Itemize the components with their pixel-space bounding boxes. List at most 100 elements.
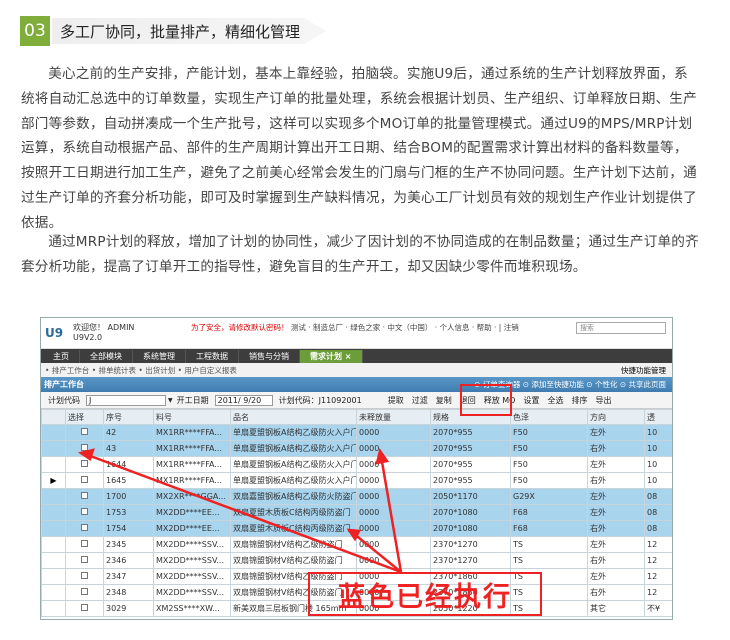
select-checkbox[interactable] (65, 456, 104, 473)
cell-direction: 左外 (587, 456, 645, 473)
top-links[interactable]: 为了安全，请修改默认密码！ 测试 · 制造总厂 · 绿色之家 · 中文（中国） … (191, 322, 519, 333)
column-header[interactable]: 色泽 (510, 409, 588, 425)
table-row[interactable]: 1644 MX1RR****FFA... 单扇夏盟钢板A结构乙级防火入户门 0000 2… (41, 456, 672, 473)
export-button[interactable]: 导出 (591, 395, 615, 406)
checkbox[interactable] (81, 556, 88, 563)
checkbox[interactable] (81, 572, 88, 579)
cell-direction: 左外 (587, 424, 645, 441)
tab-engineering-data[interactable]: 工程数据 (186, 350, 239, 363)
table-row[interactable]: ▶ 1645 MX1RR****FFA... 单扇夏盟钢板A结构乙级防火入户门 0000… (41, 472, 672, 489)
tab-sales[interactable]: 销售与分销 (239, 350, 300, 363)
search-input[interactable]: 搜索 (576, 322, 666, 334)
select-all-button[interactable]: 全选 (543, 395, 567, 406)
cell-part-number: MX1RR****FFA... (153, 440, 231, 457)
plan-code-display: 计划代码：J11092001 (278, 395, 362, 405)
table-row[interactable]: 1754 MX2DD****EE... 双扇夏盟木质板C结构丙级防盗门 0000 207… (41, 520, 672, 537)
cell-unreleased-qty: 0000 (356, 456, 431, 473)
column-header[interactable]: 未释放量 (356, 409, 431, 425)
select-checkbox[interactable] (65, 536, 104, 553)
column-header[interactable]: 方向 (587, 409, 645, 425)
cell-seq: 1644 (103, 456, 154, 473)
shortcut-manage-link[interactable]: 快捷功能管理 (621, 365, 666, 376)
select-checkbox[interactable] (65, 488, 104, 505)
cell-product-name: 双扇锦盟钢材V结构乙级防盗门 (230, 552, 357, 569)
column-header[interactable]: 透 (644, 409, 672, 425)
cell-direction: 右外 (587, 440, 645, 457)
start-date-label: 开工日期 (176, 395, 209, 405)
checkbox[interactable] (81, 476, 88, 483)
tab-all-modules[interactable]: 全部模块 (80, 350, 133, 363)
welcome-block: 欢迎您！ ADMIN U9V2.0 (73, 323, 134, 343)
table-row[interactable]: 1753 MX2DD****EE... 双扇夏盟木质板C结构丙级防盗门 0000 207… (41, 504, 672, 521)
cell-seq: 2345 (103, 536, 154, 553)
cell-product-name: 单扇夏盟钢板A结构乙级防火入户门 (230, 440, 357, 457)
cell-extra: 08 (644, 504, 672, 521)
cell-seq: 2347 (103, 568, 154, 585)
table-row[interactable]: 2346 MX2DD****SSV... 双扇锦盟钢材V结构乙级防盗门 0000 237… (41, 552, 672, 569)
section-header: 03 多工厂协同，批量排产，精细化管理 (20, 14, 327, 48)
tab-demand-planning[interactable]: 需求计划 × (300, 350, 363, 363)
cell-direction: 右外 (587, 584, 645, 601)
section-number: 03 (20, 16, 50, 46)
select-checkbox[interactable] (65, 504, 104, 521)
cell-color: TS (510, 552, 588, 569)
checkbox[interactable] (81, 540, 88, 547)
table-row[interactable]: 42 MX1RR****FFA... 单扇夏盟钢板A结构乙级防火入户门 0000 207… (41, 424, 672, 441)
select-checkbox[interactable] (65, 472, 104, 489)
menu-bar: 主页 全部模块 系统管理 工程数据 销售与分销 需求计划 × (41, 349, 672, 363)
select-checkbox[interactable] (65, 424, 104, 441)
paragraph-1: 美心之前的生产安排，产能计划，基本上靠经验，拍脑袋。实施U9后，通过系统的生产计… (21, 66, 697, 231)
row-indicator (41, 520, 66, 537)
cell-part-number: MX2DD****SSV... (153, 584, 231, 601)
top-nav-links[interactable]: 测试 · 制造总厂 · 绿色之家 · 中文（中国） · 个人信息 · 帮助 · … (291, 323, 519, 332)
checkbox[interactable] (81, 444, 88, 451)
cell-extra: 12 (644, 568, 672, 585)
cell-seq: 3029 (103, 600, 154, 617)
column-header[interactable]: 选择 (65, 409, 104, 425)
column-header[interactable]: 序号 (103, 409, 154, 425)
version-text: U9V2.0 (73, 333, 103, 342)
select-checkbox[interactable] (65, 552, 104, 569)
cell-seq: 1645 (103, 472, 154, 489)
password-warning-link[interactable]: 为了安全，请修改默认密码！ (191, 323, 289, 332)
cell-direction: 左外 (587, 504, 645, 521)
copy-button[interactable]: 复制 (432, 395, 456, 406)
column-header[interactable]: 料号 (153, 409, 231, 425)
cell-unreleased-qty: 0000 (356, 504, 431, 521)
cell-direction: 其它 (587, 600, 645, 617)
checkbox[interactable] (81, 524, 88, 531)
select-checkbox[interactable] (65, 520, 104, 537)
select-checkbox[interactable] (65, 440, 104, 457)
row-indicator: ▶ (41, 472, 66, 489)
tab-home[interactable]: 主页 (43, 350, 80, 363)
checkbox[interactable] (81, 460, 88, 467)
tab-system-admin[interactable]: 系统管理 (133, 350, 186, 363)
cell-color: F50 (510, 456, 588, 473)
select-checkbox[interactable] (65, 584, 104, 601)
cell-part-number: MX2DD****EE... (153, 504, 231, 521)
workbench-header: 排产工作台 ⊙ 订单查询器 ⊙ 添加至快捷功能 ⊙ 个性化 ⊙ 共享此页面 (41, 377, 672, 392)
select-checkbox[interactable] (65, 600, 104, 617)
checkbox[interactable] (81, 492, 88, 499)
select-checkbox[interactable] (65, 568, 104, 585)
settings-button[interactable]: 设置 (519, 395, 543, 406)
table-row[interactable]: 1700 MX2XR****GGA... 双扇嘉盟钢板A结构乙级防火防盗门 0000 2… (41, 488, 672, 505)
table-row[interactable]: 43 MX1RR****FFA... 单扇夏盟钢板A结构乙级防火入户门 0000 207… (41, 440, 672, 457)
checkbox[interactable] (81, 428, 88, 435)
extract-button[interactable]: 提取 (384, 395, 408, 406)
cell-product-name: 单扇夏盟钢板A结构乙级防火入户门 (230, 472, 357, 489)
column-header[interactable]: 品名 (230, 409, 357, 425)
checkbox[interactable] (81, 508, 88, 515)
sort-button[interactable]: 排序 (567, 395, 591, 406)
checkbox[interactable] (81, 588, 88, 595)
filter-button[interactable]: 过滤 (408, 395, 432, 406)
cell-part-number: MX2XR****GGA... (153, 488, 231, 505)
plan-code-select[interactable]: J (86, 394, 166, 406)
sub-nav-links[interactable]: • 排产工作台 • 排单统计表 • 出货计划 • 用户自定义报表 (45, 365, 237, 376)
cell-color: F68 (510, 520, 588, 537)
start-date-input[interactable]: 2011/ 9/20 (214, 394, 273, 406)
checkbox[interactable] (81, 604, 88, 611)
table-row[interactable]: 2345 MX2DD****SSV... 双扇锦盟钢材V结构乙级防盗门 0000 237… (41, 536, 672, 553)
column-header[interactable] (41, 409, 66, 425)
cell-part-number: MX1RR****FFA... (153, 424, 231, 441)
